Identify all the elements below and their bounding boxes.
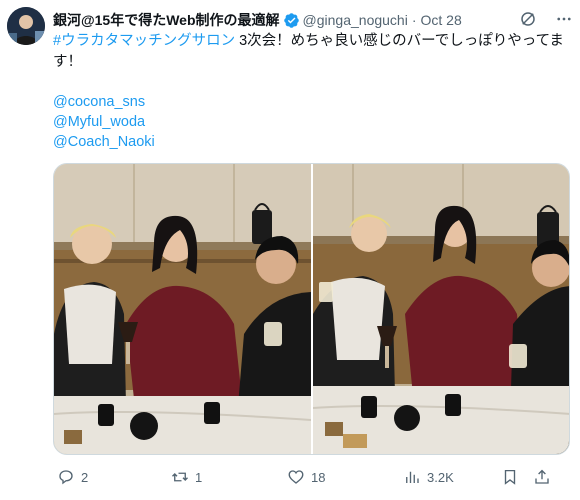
- retweet-button[interactable]: 1: [171, 468, 202, 486]
- share-button[interactable]: [533, 468, 551, 486]
- like-button[interactable]: 18: [287, 468, 325, 486]
- verified-badge-icon: [283, 12, 299, 28]
- views-button[interactable]: 3.2K: [403, 468, 454, 486]
- tweet-card: 銀河@15年で得たWeb制作の最適解 @ginga_noguchi · Oct …: [0, 0, 580, 500]
- view-count: 3.2K: [427, 469, 454, 485]
- reply-button[interactable]: 2: [57, 468, 88, 486]
- retweet-icon: [172, 472, 188, 482]
- views-icon: [406, 471, 419, 483]
- tweet-header: 銀河@15年で得たWeb制作の最適解 @ginga_noguchi · Oct …: [53, 10, 573, 30]
- media-grid: [53, 163, 570, 455]
- separator-dot: ·: [411, 12, 417, 28]
- mention-list: @cocona_sns @Myful_woda @Coach_Naoki: [53, 92, 155, 152]
- mention-link[interactable]: @cocona_sns: [53, 92, 155, 112]
- like-count: 18: [311, 469, 326, 485]
- bookmark-icon: [504, 469, 516, 485]
- mention-link[interactable]: @Myful_woda: [53, 112, 155, 132]
- photo[interactable]: [312, 164, 569, 454]
- tweet-text: #ウラカタマッチングサロン 3次会！めちゃ良い感じのバーでしっぽりやってます！: [53, 31, 568, 73]
- hashtag-link[interactable]: #ウラカタマッチングサロン: [53, 33, 235, 49]
- author-display-name[interactable]: 銀河@15年で得たWeb制作の最適解: [53, 10, 280, 30]
- share-icon: [535, 469, 549, 484]
- mention-link[interactable]: @Coach_Naoki: [53, 132, 155, 152]
- tweet-date[interactable]: Oct 28: [421, 12, 462, 28]
- more-icon[interactable]: [555, 10, 573, 28]
- reply-icon: [59, 470, 73, 485]
- reply-count: 2: [81, 469, 89, 485]
- photo[interactable]: [54, 164, 311, 454]
- avatar[interactable]: [7, 7, 45, 45]
- retweet-count: 1: [195, 469, 203, 485]
- bookmark-button[interactable]: [501, 468, 519, 486]
- tweet-actions: 2 1 18 3.2K: [53, 466, 570, 488]
- grok-icon[interactable]: [519, 10, 537, 28]
- author-handle[interactable]: @ginga_noguchi: [303, 12, 408, 28]
- heart-icon: [288, 470, 304, 484]
